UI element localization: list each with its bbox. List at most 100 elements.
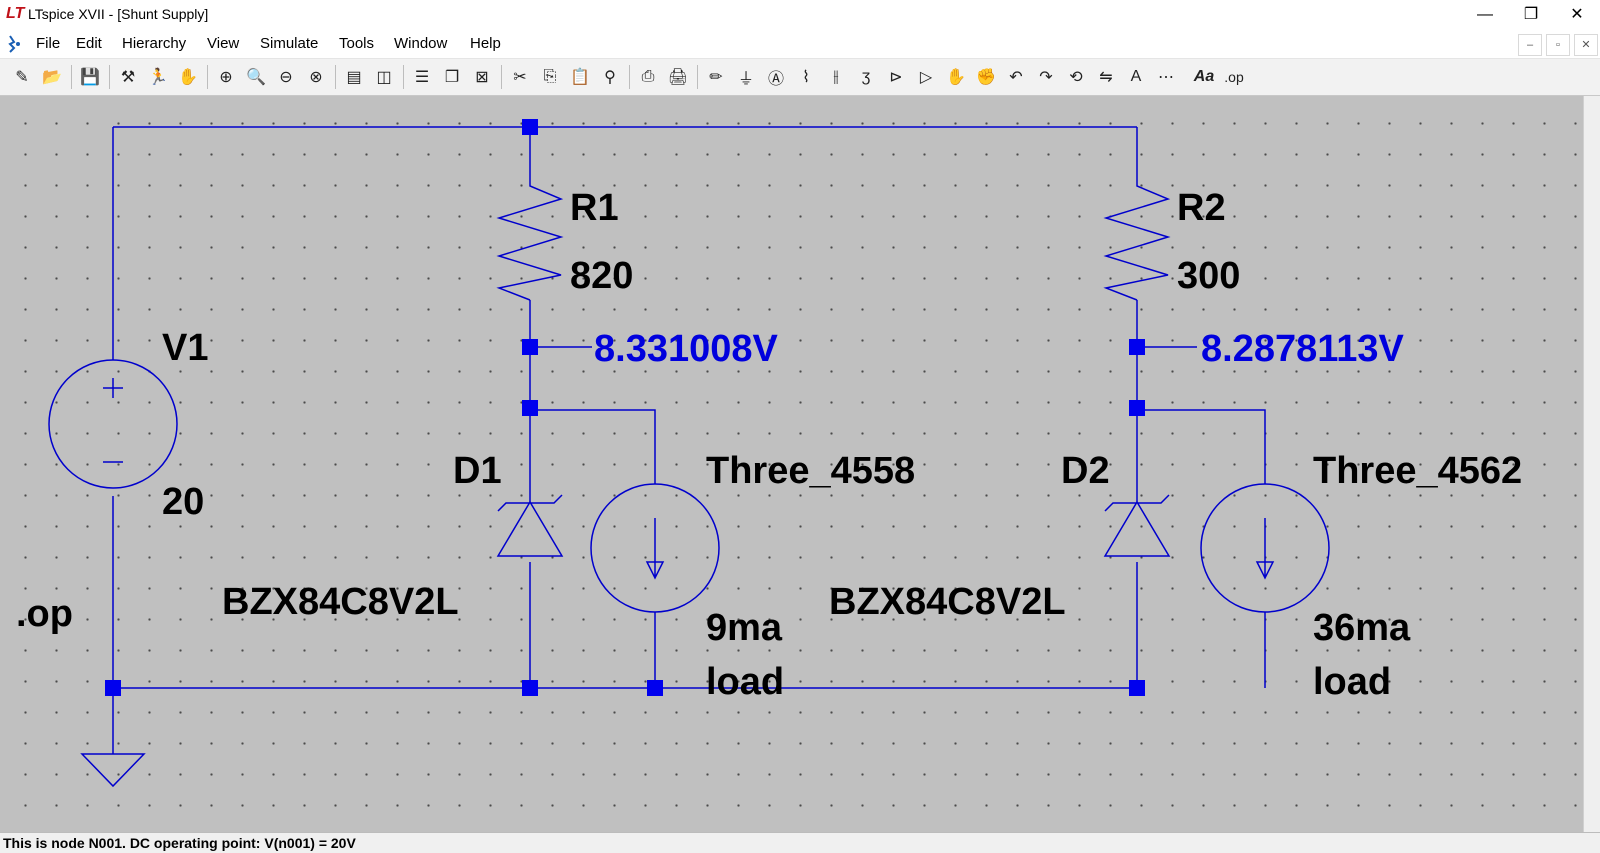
resistor-r1-symbol xyxy=(496,178,564,301)
redo-icon[interactable]: ↷ xyxy=(1032,63,1060,91)
r1-value-label: 820 xyxy=(570,255,633,297)
zoom-fit-icon[interactable]: ⊗ xyxy=(302,63,330,91)
rotate-icon[interactable]: ⟲ xyxy=(1062,63,1090,91)
toolbar-group: ✎ 📂 xyxy=(8,63,66,91)
mirror-icon[interactable]: ⇋ xyxy=(1092,63,1120,91)
menu-file[interactable]: File xyxy=(36,35,60,52)
text-button[interactable]: Aa xyxy=(1190,63,1218,91)
node-gnd-i1 xyxy=(647,680,663,696)
node-r1-out xyxy=(522,339,538,355)
toolbar-separator xyxy=(403,65,404,89)
text-icon[interactable]: A xyxy=(1122,63,1150,91)
d2-part-label: BZX84C8V2L xyxy=(829,581,1066,623)
toolbar-group: ⊕ 🔍 ⊖ ⊗ xyxy=(212,63,330,91)
node-d2-top xyxy=(1129,400,1145,416)
ground-icon[interactable]: ⏚ xyxy=(732,63,760,91)
cut-icon[interactable]: ✂ xyxy=(506,63,534,91)
node-n001 xyxy=(522,119,538,135)
toolbar-group: 💾 xyxy=(76,63,104,91)
r2-name-label: R2 xyxy=(1177,187,1226,229)
print-setup-icon[interactable]: ⎙ xyxy=(634,63,662,91)
toolbar-group: ▤ ◫ xyxy=(340,63,398,91)
window-title: LTspice XVII - [Shunt Supply] xyxy=(28,6,209,22)
toolbar-separator xyxy=(629,65,630,89)
minimize-button[interactable]: — xyxy=(1462,0,1508,30)
zoom-pan-icon[interactable]: 🔍 xyxy=(242,63,270,91)
open-icon[interactable]: 📂 xyxy=(38,63,66,91)
zoom-out-icon[interactable]: ⊖ xyxy=(272,63,300,91)
halt-icon[interactable]: ✋ xyxy=(174,63,202,91)
control-panel-icon[interactable]: ⚒ xyxy=(114,63,142,91)
zoom-in-icon[interactable]: ⊕ xyxy=(212,63,240,91)
toolbar-separator xyxy=(207,65,208,89)
cascade-icon[interactable]: ❐ xyxy=(438,63,466,91)
menu-help[interactable]: Help xyxy=(470,35,501,52)
toolbar-separator xyxy=(109,65,110,89)
toolbar-group: ☰ ❐ ⊠ xyxy=(408,63,496,91)
menu-bar: File Edit Hierarchy View Simulate Tools … xyxy=(0,30,1600,59)
print-icon[interactable]: 🖨 xyxy=(664,63,692,91)
copy-icon[interactable]: ⎘ xyxy=(536,63,564,91)
i2-name-label: Three_4562 xyxy=(1313,450,1522,492)
menu-tools[interactable]: Tools xyxy=(339,35,374,52)
tile-horizontal-icon[interactable]: ☰ xyxy=(408,63,436,91)
toolbar: ✎ 📂 💾 ⚒ 🏃 ✋ ⊕ 🔍 ⊖ ⊗ ▤ ◫ ☰ ❐ ⊠ ✂ ⎘ 📋 ⚲ ⎙ 🖨 ✏ ⏚ Ⓐ ⌇ ⫲ ʒ ⊳ ▷ ✋ ✊ ↶ ↷ ⟲ ⇋ A ⋯ Aa.… xyxy=(0,59,1600,96)
drag-icon[interactable]: ✊ xyxy=(972,63,1000,91)
resistor-icon[interactable]: ⌇ xyxy=(792,63,820,91)
draw-wire-icon[interactable]: ✏ xyxy=(702,63,730,91)
close-window-icon[interactable]: ⊠ xyxy=(468,63,496,91)
op-directive-label[interactable]: .op xyxy=(16,593,73,635)
move-icon[interactable]: ✋ xyxy=(942,63,970,91)
toolbar-separator xyxy=(697,65,698,89)
doc-close-button[interactable]: ✕ xyxy=(1574,34,1598,56)
menu-window[interactable]: Window xyxy=(394,35,447,52)
find-icon[interactable]: ⚲ xyxy=(596,63,624,91)
r1-name-label: R1 xyxy=(570,187,619,229)
schematic-canvas[interactable]: V1 20 .op R1 820 D1 BZX84C8V2L Three_455… xyxy=(0,96,1583,832)
i1-name-label: Three_4558 xyxy=(706,450,915,492)
vertical-scrollbar[interactable] xyxy=(1583,96,1600,832)
menu-simulate[interactable]: Simulate xyxy=(260,35,318,52)
resistor-r2-symbol xyxy=(1103,178,1171,301)
ground-symbol xyxy=(80,753,146,788)
schematic-doc-icon[interactable] xyxy=(4,32,28,56)
r2-node-voltage: 8.2878113V xyxy=(1201,328,1405,370)
restore-button[interactable]: ❐ xyxy=(1508,0,1554,30)
d2-name-label: D2 xyxy=(1061,450,1110,492)
i1-value-line2: load xyxy=(706,661,784,703)
capacitor-icon[interactable]: ⫲ xyxy=(822,63,850,91)
save-icon[interactable]: 💾 xyxy=(76,63,104,91)
autorange-icon[interactable]: ▤ xyxy=(340,63,368,91)
undo-icon[interactable]: ↶ xyxy=(1002,63,1030,91)
new-schematic-icon[interactable]: ✎ xyxy=(8,63,36,91)
node-gnd-d1 xyxy=(522,680,538,696)
i1-value-line1: 9ma xyxy=(706,607,783,649)
paste-icon[interactable]: 📋 xyxy=(566,63,594,91)
doc-minimize-button[interactable]: – xyxy=(1518,34,1542,56)
inductor-icon[interactable]: ʒ xyxy=(852,63,880,91)
toolbar-separator xyxy=(335,65,336,89)
v1-name-label: V1 xyxy=(162,327,208,369)
doc-restore-button[interactable]: ▫ xyxy=(1546,34,1570,56)
close-button[interactable]: ✕ xyxy=(1554,0,1600,30)
toolbar-group: ⚒ 🏃 ✋ xyxy=(114,63,202,91)
zener-d1-symbol xyxy=(496,494,564,557)
node-gnd-v1 xyxy=(105,680,121,696)
toolbar-group: ✂ ⎘ 📋 ⚲ xyxy=(506,63,624,91)
node-d1-top xyxy=(522,400,538,416)
component-icon[interactable]: ▷ xyxy=(912,63,940,91)
status-bar: This is node N001. DC operating point: V… xyxy=(0,832,1600,853)
label-net-icon[interactable]: Ⓐ xyxy=(762,63,790,91)
menu-edit[interactable]: Edit xyxy=(76,35,102,52)
menu-hierarchy[interactable]: Hierarchy xyxy=(122,35,186,52)
node-gnd-d2 xyxy=(1129,680,1145,696)
spice-op-button[interactable]: .op xyxy=(1220,63,1248,91)
zener-d2-symbol xyxy=(1103,494,1171,557)
spice-directive-icon[interactable]: ⋯ xyxy=(1152,63,1180,91)
menu-view[interactable]: View xyxy=(207,35,239,52)
run-icon[interactable]: 🏃 xyxy=(144,63,172,91)
diode-icon[interactable]: ⊳ xyxy=(882,63,910,91)
schematic-drawing: V1 20 .op R1 820 D1 BZX84C8V2L Three_455… xyxy=(16,119,1522,788)
waveform-icon[interactable]: ◫ xyxy=(370,63,398,91)
v1-value-label: 20 xyxy=(162,481,204,523)
